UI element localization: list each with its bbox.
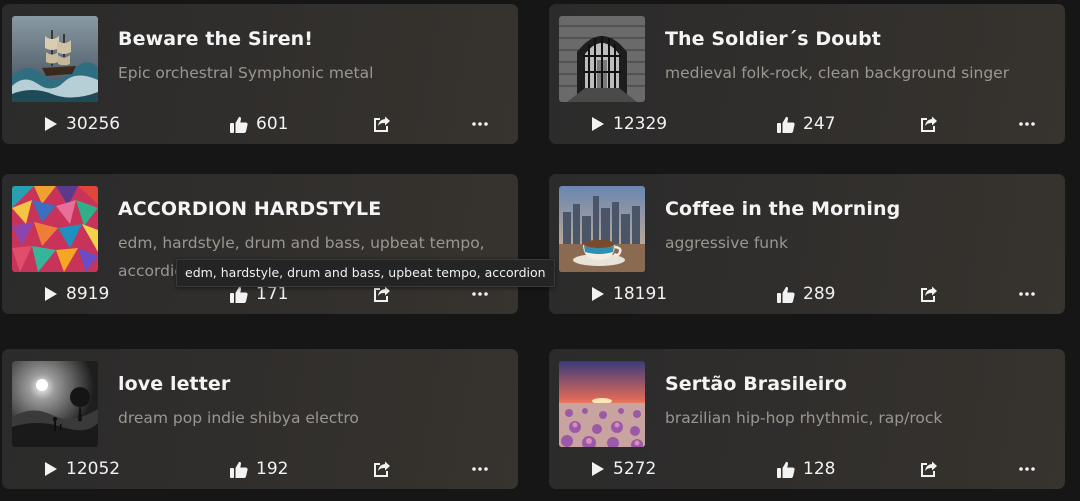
thumbs-up-icon — [777, 116, 795, 133]
cover-image-moonlit — [12, 361, 98, 447]
song-stats: 5272 128 — [549, 457, 1065, 481]
more-options-button[interactable] — [1019, 457, 1035, 481]
thumbs-up-icon — [230, 116, 248, 133]
song-title[interactable]: Sertão Brasileiro — [665, 373, 847, 395]
more-horizontal-icon — [1019, 467, 1035, 471]
more-horizontal-icon — [472, 292, 488, 296]
song-card[interactable]: love letter dream pop indie shibya elect… — [2, 349, 518, 489]
like-count: 247 — [803, 114, 836, 134]
share-button[interactable] — [373, 112, 391, 136]
share-icon — [921, 116, 937, 132]
cover-art[interactable] — [559, 16, 645, 102]
share-button[interactable] — [373, 457, 391, 481]
song-tags: medieval folk-rock, clean background sin… — [665, 64, 1010, 82]
share-button[interactable] — [920, 282, 938, 306]
share-button[interactable] — [920, 457, 938, 481]
play-icon — [592, 117, 604, 131]
share-icon — [374, 461, 390, 477]
more-options-button[interactable] — [1019, 282, 1035, 306]
tags-tooltip: edm, hardstyle, drum and bass, upbeat te… — [176, 259, 555, 287]
more-horizontal-icon — [1019, 122, 1035, 126]
play-count: 30256 — [66, 114, 121, 134]
song-title[interactable]: ACCORDION HARDSTYLE — [118, 198, 381, 220]
play-count: 5272 — [613, 459, 657, 479]
song-stats: 18191 289 — [549, 282, 1065, 306]
song-card[interactable]: Sertão Brasileiro brazilian hip-hop rhyt… — [549, 349, 1065, 489]
cover-art[interactable] — [12, 16, 98, 102]
play-button[interactable]: 12329 — [591, 112, 667, 136]
song-grid: Beware the Siren! Epic orchestral Sympho… — [0, 0, 1080, 501]
share-icon — [921, 461, 937, 477]
cover-art[interactable] — [559, 186, 645, 272]
like-count: 128 — [803, 459, 836, 479]
thumbs-up-icon — [230, 286, 248, 303]
song-tags: dream pop indie shibya electro — [118, 409, 359, 427]
cover-image-geometric — [12, 186, 98, 272]
thumbs-up-icon — [777, 461, 795, 478]
play-button[interactable]: 12052 — [44, 457, 120, 481]
cover-image-coffee — [559, 186, 645, 272]
share-icon — [921, 286, 937, 302]
play-icon — [45, 462, 57, 476]
like-count: 289 — [803, 284, 836, 304]
share-button[interactable] — [920, 112, 938, 136]
share-icon — [374, 286, 390, 302]
cover-image-ship — [12, 16, 98, 102]
like-count: 171 — [256, 284, 289, 304]
song-card[interactable]: The Soldier´s Doubt medieval folk-rock, … — [549, 4, 1065, 144]
play-count: 12329 — [613, 114, 668, 134]
like-button[interactable]: 247 — [777, 112, 835, 136]
song-tags: Epic orchestral Symphonic metal — [118, 64, 374, 82]
cover-art[interactable] — [12, 361, 98, 447]
more-horizontal-icon — [1019, 292, 1035, 296]
play-button[interactable]: 8919 — [44, 282, 109, 306]
play-count: 18191 — [613, 284, 668, 304]
play-button[interactable]: 18191 — [591, 282, 667, 306]
more-options-button[interactable] — [472, 457, 488, 481]
song-tags: brazilian hip-hop rhythmic, rap/rock — [665, 409, 943, 427]
play-icon — [592, 287, 604, 301]
like-button[interactable]: 128 — [777, 457, 835, 481]
song-title[interactable]: Beware the Siren! — [118, 28, 313, 50]
song-card[interactable]: Beware the Siren! Epic orchestral Sympho… — [2, 4, 518, 144]
play-icon — [45, 287, 57, 301]
like-count: 601 — [256, 114, 289, 134]
play-button[interactable]: 30256 — [44, 112, 120, 136]
song-stats: 30256 601 — [2, 112, 518, 136]
more-options-button[interactable] — [1019, 112, 1035, 136]
thumbs-up-icon — [777, 286, 795, 303]
play-button[interactable]: 5272 — [591, 457, 656, 481]
more-options-button[interactable] — [472, 112, 488, 136]
thumbs-up-icon — [230, 461, 248, 478]
like-button[interactable]: 192 — [230, 457, 288, 481]
cover-art[interactable] — [559, 361, 645, 447]
cover-image-window — [559, 16, 645, 102]
play-icon — [45, 117, 57, 131]
more-horizontal-icon — [472, 467, 488, 471]
cover-image-sunset-desert — [559, 361, 645, 447]
like-button[interactable]: 601 — [230, 112, 288, 136]
song-title[interactable]: The Soldier´s Doubt — [665, 28, 881, 50]
play-icon — [592, 462, 604, 476]
song-tags: aggressive funk — [665, 234, 788, 252]
share-icon — [374, 116, 390, 132]
cover-art[interactable] — [12, 186, 98, 272]
song-card[interactable]: ACCORDION HARDSTYLE edm, hardstyle, drum… — [2, 174, 518, 314]
song-stats: 12052 192 — [2, 457, 518, 481]
like-button[interactable]: 289 — [777, 282, 835, 306]
song-title[interactable]: Coffee in the Morning — [665, 198, 900, 220]
like-count: 192 — [256, 459, 289, 479]
song-title[interactable]: love letter — [118, 373, 230, 395]
more-horizontal-icon — [472, 122, 488, 126]
song-stats: 12329 247 — [549, 112, 1065, 136]
song-card[interactable]: Coffee in the Morning aggressive funk 18… — [549, 174, 1065, 314]
play-count: 12052 — [66, 459, 121, 479]
play-count: 8919 — [66, 284, 110, 304]
